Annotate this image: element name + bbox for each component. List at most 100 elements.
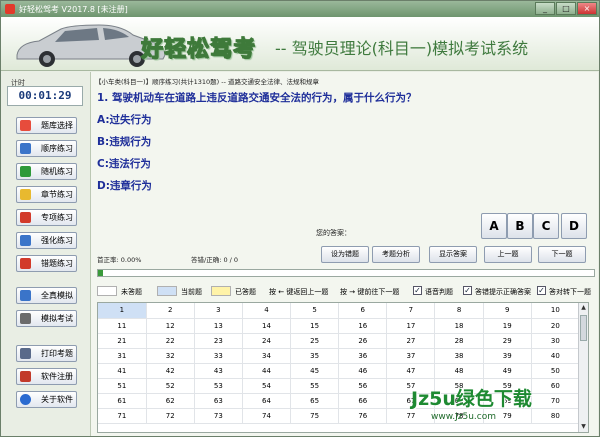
scroll-thumb[interactable] [580,315,587,341]
question-cell[interactable]: 54 [242,378,292,394]
question-cell[interactable]: 36 [338,348,388,364]
title-bar[interactable]: 好轻松驾考 V2017.8 [未注册] _ □ × [1,1,599,17]
next-button[interactable]: 下一题 [538,246,586,263]
question-cell[interactable]: 13 [194,318,243,334]
question-cell[interactable]: 28 [434,333,484,349]
option-b[interactable]: B:违规行为 [97,134,151,149]
answer-a-button[interactable]: A [481,213,507,239]
question-cell[interactable]: 73 [194,408,243,424]
question-cell[interactable]: 34 [242,348,292,364]
question-cell[interactable]: 66 [338,393,388,409]
scroll-down-icon[interactable]: ▼ [579,422,588,432]
question-cell[interactable]: 25 [290,333,340,349]
question-cell[interactable]: 2 [146,303,195,319]
answer-c-button[interactable]: C [533,213,559,239]
question-cell[interactable]: 32 [146,348,195,364]
question-cell[interactable]: 20 [531,318,581,334]
question-cell[interactable]: 11 [98,318,147,334]
question-cell[interactable]: 72 [146,408,195,424]
question-cell[interactable]: 37 [386,348,436,364]
nav-intensive-practice[interactable]: 强化练习 [16,232,77,249]
nav-question-bank[interactable]: 题库选择 [16,117,77,134]
show-answer-button[interactable]: 显示答案 [429,246,477,263]
question-cell[interactable]: 64 [242,393,292,409]
nav-register[interactable]: 软件注册 [16,368,77,385]
question-cell[interactable]: 38 [434,348,484,364]
nav-print-questions[interactable]: 打印考题 [16,345,77,362]
question-cell[interactable]: 14 [242,318,292,334]
analysis-button[interactable]: 考题分析 [372,246,420,263]
question-cell[interactable]: 40 [531,348,581,364]
minimize-button[interactable]: _ [535,2,555,15]
question-cell[interactable]: 76 [338,408,388,424]
question-cell[interactable]: 12 [146,318,195,334]
question-cell[interactable]: 35 [290,348,340,364]
question-cell[interactable]: 53 [194,378,243,394]
question-cell[interactable]: 22 [146,333,195,349]
nav-mock-exam[interactable]: 模拟考试 [16,310,77,327]
question-cell[interactable]: 62 [146,393,195,409]
question-cell[interactable]: 74 [242,408,292,424]
question-cell[interactable]: 50 [531,363,581,379]
question-cell[interactable]: 51 [98,378,147,394]
question-cell[interactable]: 21 [98,333,147,349]
question-cell[interactable]: 71 [98,408,147,424]
option-d[interactable]: D:违章行为 [97,178,152,193]
mark-wrong-button[interactable]: 设为错题 [321,246,369,263]
question-cell[interactable]: 46 [338,363,388,379]
question-cell[interactable]: 9 [483,303,532,319]
nav-random-practice[interactable]: 随机练习 [16,163,77,180]
question-cell[interactable]: 24 [242,333,292,349]
nav-topic-practice[interactable]: 专项练习 [16,209,77,226]
nav-full-simulation[interactable]: 全真模拟 [16,287,77,304]
answer-d-button[interactable]: D [561,213,587,239]
question-cell[interactable]: 41 [98,363,147,379]
question-cell[interactable]: 80 [531,408,581,424]
question-cell[interactable]: 75 [290,408,340,424]
question-cell[interactable]: 8 [434,303,484,319]
question-cell[interactable]: 23 [194,333,243,349]
question-cell[interactable]: 27 [386,333,436,349]
question-cell[interactable]: 30 [531,333,581,349]
question-cell[interactable]: 61 [98,393,147,409]
question-cell[interactable]: 60 [531,378,581,394]
question-cell[interactable]: 16 [338,318,388,334]
question-cell[interactable]: 10 [531,303,581,319]
question-cell[interactable]: 39 [483,348,532,364]
question-cell[interactable]: 48 [434,363,484,379]
nav-chapter-practice[interactable]: 章节练习 [16,186,77,203]
question-cell[interactable]: 5 [290,303,340,319]
question-cell[interactable]: 55 [290,378,340,394]
option-c[interactable]: C:违法行为 [97,156,151,171]
question-cell[interactable]: 31 [98,348,147,364]
question-cell[interactable]: 15 [290,318,340,334]
question-cell[interactable]: 3 [194,303,243,319]
question-cell[interactable]: 52 [146,378,195,394]
close-button[interactable]: × [577,2,597,15]
previous-button[interactable]: 上一题 [484,246,532,263]
question-cell[interactable]: 18 [434,318,484,334]
question-cell[interactable]: 29 [483,333,532,349]
show-correct-checkbox[interactable]: ✓ [463,286,472,295]
question-cell[interactable]: 4 [242,303,292,319]
question-cell[interactable]: 43 [194,363,243,379]
question-cell[interactable]: 42 [146,363,195,379]
question-cell[interactable]: 45 [290,363,340,379]
question-cell[interactable]: 49 [483,363,532,379]
question-cell[interactable]: 1 [98,303,147,319]
question-cell[interactable]: 17 [386,318,436,334]
question-cell[interactable]: 70 [531,393,581,409]
nav-about[interactable]: 关于软件 [16,391,77,408]
question-cell[interactable]: 33 [194,348,243,364]
auto-next-checkbox[interactable]: ✓ [537,286,546,295]
question-cell[interactable]: 63 [194,393,243,409]
nav-wrong-practice[interactable]: 错题练习 [16,255,77,272]
answer-b-button[interactable]: B [507,213,533,239]
question-cell[interactable]: 26 [338,333,388,349]
question-cell[interactable]: 44 [242,363,292,379]
question-cell[interactable]: 7 [386,303,436,319]
voice-judge-checkbox[interactable]: ✓ [413,286,422,295]
scroll-up-icon[interactable]: ▲ [579,303,588,313]
option-a[interactable]: A:过失行为 [97,112,152,127]
nav-sequential-practice[interactable]: 顺序练习 [16,140,77,157]
